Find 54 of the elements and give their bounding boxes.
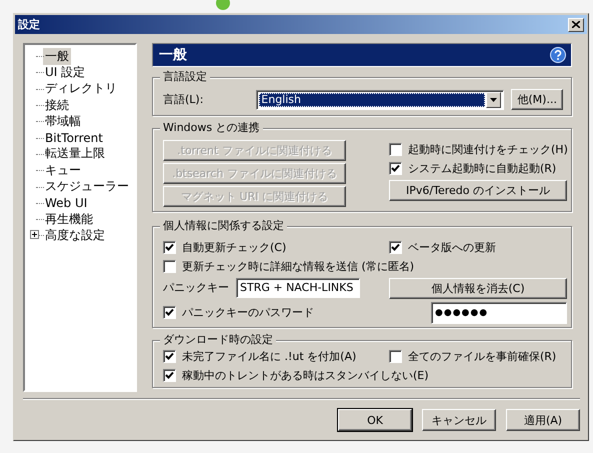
group-title: ダウンロード時の設定 [163, 333, 273, 346]
checkbox-label: 自動更新チェック(C) [182, 240, 286, 255]
checkbox-label: ベータ版への更新 [408, 240, 496, 255]
tree-item[interactable]: BitTorrent [43, 130, 105, 145]
checkbox[interactable] [163, 241, 176, 254]
tree-item[interactable]: UI 設定 [43, 64, 88, 81]
expand-icon[interactable] [30, 230, 39, 240]
tree-item[interactable]: 転送量上限 [43, 145, 107, 162]
checkbox-label: パニックキーのパスワード [182, 305, 314, 320]
checkbox-label: 更新チェック時に詳細な情報を送信 (常に匿名) [182, 259, 414, 274]
checkbox[interactable] [389, 350, 402, 363]
checkbox[interactable] [389, 241, 402, 254]
apply-button[interactable]: 適用(A) [506, 409, 580, 431]
password-field[interactable]: ●●●●●● [431, 302, 567, 324]
window-title: 設定 [18, 17, 40, 32]
checkbox[interactable] [389, 143, 402, 156]
dropdown-value: English [259, 92, 486, 106]
tree-item[interactable]: 高度な設定 [43, 226, 107, 244]
tree-item[interactable]: 接続 [43, 96, 71, 114]
tree-item[interactable]: スケジューラー [43, 178, 131, 196]
checkbox[interactable] [163, 260, 176, 273]
clear-button[interactable]: 個人情報を消去(C) [389, 278, 567, 299]
tree-item[interactable]: 再生機能 [43, 210, 95, 228]
field-label: 言語(L): [163, 92, 204, 107]
language-dropdown[interactable]: English [256, 90, 504, 110]
group-title: Windows との連携 [163, 121, 260, 134]
checkbox[interactable] [163, 306, 176, 319]
checkbox[interactable] [163, 350, 176, 363]
close-button[interactable] [568, 18, 584, 32]
checkbox-label: 起動時に関連付けをチェック(H) [408, 142, 568, 157]
checkbox-label: システム起動時に自動起動(R) [408, 161, 556, 176]
tree-item[interactable]: 一般 [43, 48, 71, 65]
checkbox-label: 全てのファイルを事前確保(R) [408, 349, 556, 364]
field-label: パニックキー [163, 280, 229, 295]
tree-item[interactable]: キュー [43, 162, 83, 179]
checkbox-label: 未完了ファイル名に .!ut を付加(A) [182, 349, 356, 364]
checkbox[interactable] [389, 162, 402, 175]
more-button[interactable]: 他(M)... [511, 89, 563, 110]
checkbox[interactable] [163, 369, 176, 382]
caret-icon [490, 98, 498, 102]
help-icon[interactable] [550, 47, 566, 63]
checkbox-label: 稼動中のトレントがある時はスタンバイしない(E) [182, 368, 429, 383]
ok-button[interactable]: OK [338, 409, 412, 431]
status-icon [216, 0, 230, 10]
group-title: 言語設定 [163, 70, 207, 83]
close-icon [572, 21, 580, 28]
group-title: 個人情報に関係する設定 [163, 219, 284, 232]
tree-item[interactable]: Web UI [43, 196, 90, 210]
cancel-button[interactable]: キャンセル [422, 409, 496, 431]
tree-item[interactable]: ディレクトリ [43, 80, 119, 98]
page-title: 一般 [159, 46, 187, 64]
panic-key-field[interactable]: STRG + NACH-LINKS [236, 278, 360, 298]
tree-item[interactable]: 帯域幅 [43, 112, 83, 130]
install-button[interactable]: IPv6/Teredo のインストール [389, 180, 567, 201]
